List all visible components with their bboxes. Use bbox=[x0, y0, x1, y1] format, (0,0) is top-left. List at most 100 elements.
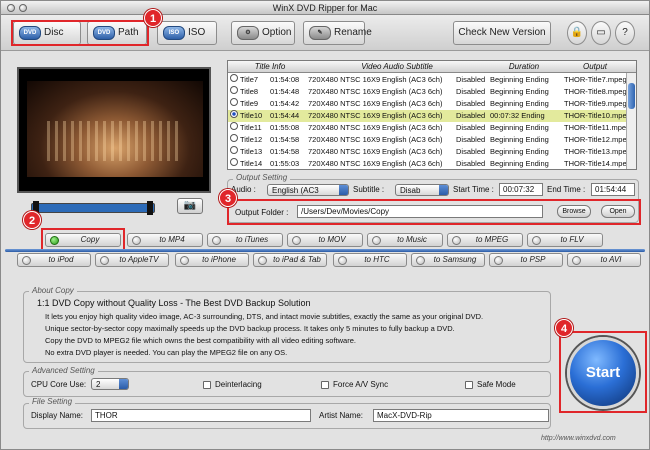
option-button[interactable]: ⚙ Option bbox=[231, 21, 295, 45]
title-radio[interactable] bbox=[230, 158, 238, 166]
browse-button[interactable]: Browse bbox=[557, 205, 591, 218]
tab-to-psp[interactable]: to PSP bbox=[489, 253, 563, 267]
tab-to-mpeg[interactable]: to MPEG bbox=[447, 233, 523, 247]
tab-radio-icon bbox=[292, 236, 301, 245]
tab-label: to AVI bbox=[600, 255, 622, 264]
end-time-field[interactable]: 01:54:44 bbox=[591, 183, 635, 196]
tab-to-iphone[interactable]: to iPhone bbox=[175, 253, 249, 267]
start-button[interactable]: Start bbox=[567, 337, 639, 409]
display-name-field[interactable]: THOR bbox=[91, 409, 311, 422]
about-line: Unique sector-by-sector copy maximally s… bbox=[45, 324, 455, 333]
force-av-sync-checkbox[interactable] bbox=[321, 381, 329, 389]
table-row[interactable]: Title11 01:55:08 720X480 NTSC 16X9 English … bbox=[228, 122, 628, 134]
tab-radio-icon bbox=[372, 236, 381, 245]
tab-to-appletv[interactable]: to AppleTV bbox=[95, 253, 169, 267]
cpu-core-label: CPU Core Use: bbox=[31, 380, 87, 389]
window-mode-icon[interactable]: ▭ bbox=[591, 21, 611, 45]
cell-title-name: Title13 bbox=[240, 147, 263, 156]
tab-radio-icon bbox=[212, 236, 221, 245]
title-radio[interactable] bbox=[230, 74, 238, 82]
cell-title-name: Title12 bbox=[240, 135, 263, 144]
table-row[interactable]: Title12 01:54:58 720X480 NTSC 16X9 English … bbox=[228, 134, 628, 146]
tab-label: to AppleTV bbox=[119, 255, 159, 264]
iso-button[interactable]: ISO ISO bbox=[157, 21, 217, 45]
table-row[interactable]: Title13 01:54:58 720X480 NTSC 16X9 English … bbox=[228, 146, 628, 158]
tab-radio-icon bbox=[452, 236, 461, 245]
tab-label: to iTunes bbox=[235, 235, 269, 244]
title-radio[interactable] bbox=[230, 122, 238, 130]
check-new-version-button[interactable]: Check New Version bbox=[453, 21, 551, 45]
rename-button-label: Rename bbox=[334, 27, 372, 38]
artist-name-field[interactable]: MacX-DVD-Rip bbox=[373, 409, 549, 422]
start-time-field[interactable]: 00:07:32 bbox=[499, 183, 543, 196]
help-icon[interactable]: ? bbox=[615, 21, 635, 45]
cell-video: 720X480 NTSC 16X9 bbox=[308, 111, 381, 120]
audio-select[interactable]: English (AC3 bbox=[267, 184, 349, 196]
seek-end-handle[interactable] bbox=[147, 201, 153, 215]
cell-title-length: 01:55:03 bbox=[270, 159, 300, 168]
iso-button-label: ISO bbox=[188, 27, 206, 38]
disc-button[interactable]: DVD Disc bbox=[13, 21, 81, 45]
title-radio[interactable] bbox=[230, 86, 238, 94]
tab-to-music[interactable]: to Music bbox=[367, 233, 443, 247]
output-folder-label: Output Folder : bbox=[235, 208, 289, 217]
scrollbar-thumb[interactable] bbox=[628, 83, 635, 109]
table-row[interactable]: Title7 01:54:08 720X480 NTSC 16X9 English (… bbox=[228, 74, 628, 86]
cpu-core-select[interactable]: 2 bbox=[91, 378, 129, 390]
tab-to-htc[interactable]: to HTC bbox=[333, 253, 407, 267]
table-row[interactable]: Title10 01:54:44 720X480 NTSC 16X9 English … bbox=[228, 110, 628, 122]
path-button[interactable]: DVD Path bbox=[87, 21, 147, 45]
title-radio[interactable] bbox=[230, 146, 238, 154]
tab-to-flv[interactable]: to FLV bbox=[527, 233, 603, 247]
safe-mode-checkbox[interactable] bbox=[465, 381, 473, 389]
rename-button[interactable]: ✎ Rename bbox=[303, 21, 372, 45]
output-folder-field[interactable]: /Users/Dev/Movies/Copy bbox=[297, 205, 543, 218]
title-radio[interactable] bbox=[230, 110, 238, 118]
cell-title-length: 01:54:42 bbox=[270, 99, 300, 108]
tab-radio-icon bbox=[258, 256, 267, 265]
title-radio[interactable] bbox=[230, 98, 238, 106]
tab-to-avi[interactable]: to AVI bbox=[567, 253, 641, 267]
table-row[interactable]: Title9 01:54:42 720X480 NTSC 16X9 English (… bbox=[228, 98, 628, 110]
col-header-output: Output bbox=[582, 62, 607, 71]
tab-to-mov[interactable]: to MOV bbox=[287, 233, 363, 247]
tab-to-mp4[interactable]: to MP4 bbox=[127, 233, 203, 247]
output-setting-label: Output Setting bbox=[233, 173, 291, 182]
open-folder-button[interactable]: Open bbox=[601, 205, 635, 218]
cell-video: 720X480 NTSC 16X9 bbox=[308, 147, 381, 156]
table-scrollbar[interactable] bbox=[626, 73, 636, 169]
table-row[interactable]: Title8 01:54:48 720X480 NTSC 16X9 English (… bbox=[228, 86, 628, 98]
cell-title-length: 01:54:48 bbox=[270, 87, 300, 96]
tab-radio-icon bbox=[532, 236, 541, 245]
tab-radio-icon bbox=[494, 256, 503, 265]
footer-url: http://www.winxdvd.com bbox=[541, 435, 616, 442]
tab-divider bbox=[5, 249, 645, 252]
deinterlacing-checkbox[interactable] bbox=[203, 381, 211, 389]
tab-to-ipod[interactable]: to iPod bbox=[17, 253, 91, 267]
cell-output: THOR-Title8.mpeg bbox=[564, 87, 627, 96]
tab-copy[interactable]: Copy bbox=[45, 233, 121, 247]
tab-label: to Samsung bbox=[433, 255, 477, 264]
tab-to-samsung[interactable]: to Samsung bbox=[411, 253, 485, 267]
about-line: Copy the DVD to MPEG2 file which owns th… bbox=[45, 336, 356, 345]
table-row[interactable]: Title14 01:55:03 720X480 NTSC 16X9 English … bbox=[228, 158, 628, 169]
tab-to-ipad-tab[interactable]: to iPad & Tab bbox=[253, 253, 327, 267]
tab-to-itunes[interactable]: to iTunes bbox=[207, 233, 283, 247]
minimize-window-icon[interactable] bbox=[19, 4, 27, 12]
app-window: WinX DVD Ripper for Mac DVD Disc DVD Pat… bbox=[0, 0, 650, 450]
subtitle-select[interactable]: Disab bbox=[395, 184, 449, 196]
preview-seek-slider[interactable] bbox=[31, 203, 155, 213]
cell-duration: 00:07:32 Ending bbox=[490, 111, 545, 120]
close-window-icon[interactable] bbox=[7, 4, 15, 12]
lock-icon[interactable]: 🔒 bbox=[567, 21, 587, 45]
cell-duration: Beginning Ending bbox=[490, 87, 549, 96]
annotation-marker-2: 2 bbox=[23, 211, 41, 229]
snapshot-camera-button[interactable]: 📷 bbox=[177, 198, 203, 214]
tab-radio-icon bbox=[338, 256, 347, 265]
dvd-folder-icon: DVD bbox=[93, 26, 115, 40]
cell-title-name: Title11 bbox=[240, 123, 262, 132]
cell-audio: English (AC3 6ch) bbox=[382, 75, 443, 84]
tab-radio-icon bbox=[50, 236, 59, 245]
title-radio[interactable] bbox=[230, 134, 238, 142]
titles-table: Title Info Video Audio Subtitle Duration… bbox=[227, 60, 637, 170]
